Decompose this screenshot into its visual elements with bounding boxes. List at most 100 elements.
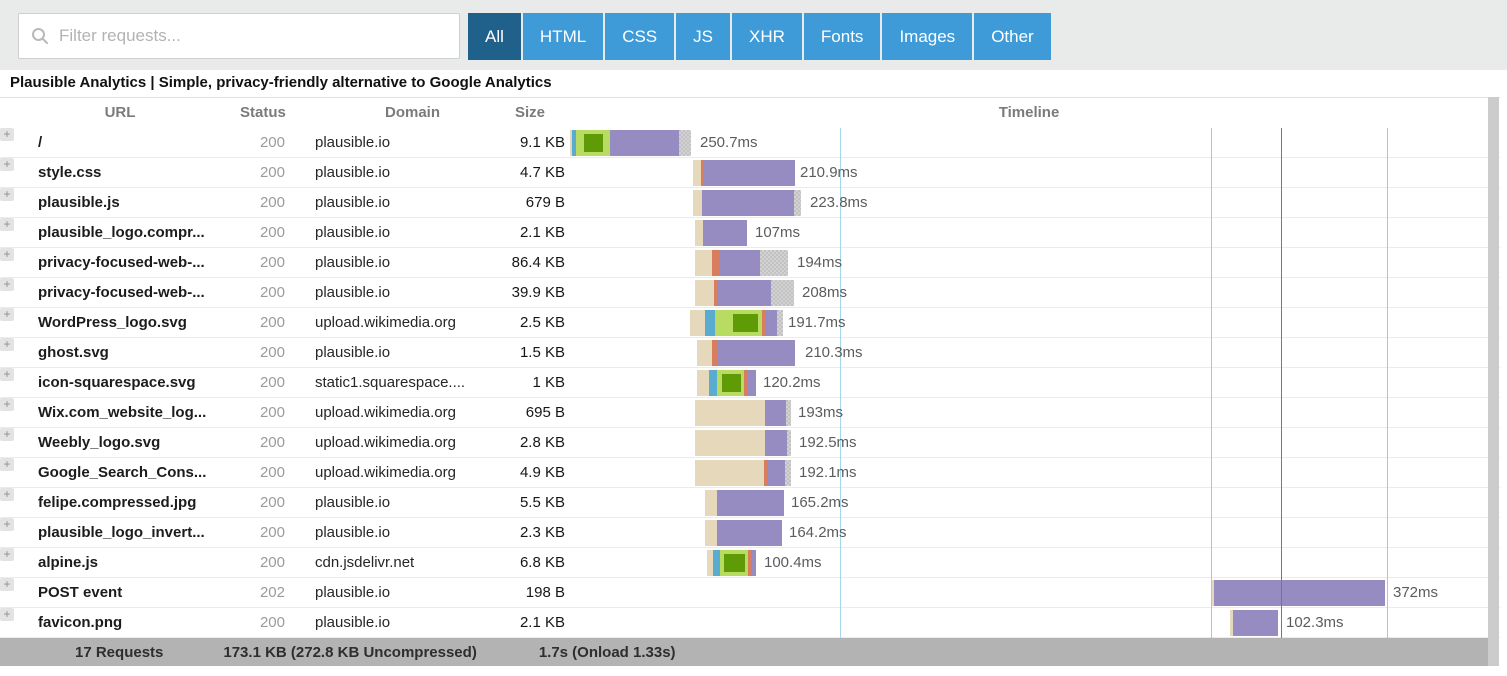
expand-icon[interactable]: + <box>0 518 14 531</box>
filter-requests-input[interactable] <box>57 25 459 47</box>
expand-icon[interactable]: + <box>0 458 14 471</box>
request-url[interactable]: privacy-focused-web-... <box>38 278 238 307</box>
request-size: 1.5 KB <box>495 338 565 367</box>
table-row[interactable]: +Google_Search_Cons...200upload.wikimedi… <box>0 458 1500 488</box>
request-status: 200 <box>240 428 285 457</box>
request-domain: plausible.io <box>315 218 511 247</box>
tab-css[interactable]: CSS <box>605 13 674 60</box>
vertical-scrollbar[interactable] <box>1488 97 1499 666</box>
tab-xhr[interactable]: XHR <box>732 13 802 60</box>
request-url[interactable]: style.css <box>38 158 238 187</box>
timing-segment-blocked <box>697 340 712 366</box>
timing-segment-tls_core <box>722 374 741 392</box>
request-status: 200 <box>240 398 285 427</box>
tab-images[interactable]: Images <box>882 13 972 60</box>
request-url[interactable]: WordPress_logo.svg <box>38 308 238 337</box>
request-url[interactable]: favicon.png <box>38 608 238 637</box>
expand-icon[interactable]: + <box>0 308 14 321</box>
table-row[interactable]: +ghost.svg200plausible.io1.5 KB210.3ms <box>0 338 1500 368</box>
table-row[interactable]: +privacy-focused-web-...200plausible.io3… <box>0 278 1500 308</box>
expand-icon[interactable]: + <box>0 578 14 591</box>
request-status: 200 <box>240 128 285 157</box>
expand-icon[interactable]: + <box>0 278 14 291</box>
request-duration-label: 164.2ms <box>789 518 847 547</box>
request-status: 200 <box>240 368 285 397</box>
timing-segment-receive <box>785 460 791 486</box>
table-row[interactable]: +privacy-focused-web-...200plausible.io8… <box>0 248 1500 278</box>
table-row[interactable]: +POST event202plausible.io198 B372ms <box>0 578 1500 608</box>
timing-segment-connect <box>709 370 717 396</box>
request-url[interactable]: plausible.js <box>38 188 238 217</box>
request-url[interactable]: Google_Search_Cons... <box>38 458 238 487</box>
tab-other[interactable]: Other <box>974 13 1051 60</box>
column-header-size[interactable]: Size <box>495 98 565 128</box>
request-url[interactable]: alpine.js <box>38 548 238 577</box>
tab-fonts[interactable]: Fonts <box>804 13 881 60</box>
timing-segment-send <box>712 250 719 276</box>
timing-segment-blocked <box>690 310 705 336</box>
timing-segment-wait <box>1214 580 1385 606</box>
event-marker-2 <box>1387 128 1388 638</box>
column-header-url[interactable]: URL <box>0 98 240 128</box>
request-url[interactable]: Wix.com_website_log... <box>38 398 238 427</box>
expand-icon[interactable]: + <box>0 158 14 171</box>
request-size: 86.4 KB <box>495 248 565 277</box>
timing-segment-receive <box>786 400 791 426</box>
request-url[interactable]: ghost.svg <box>38 338 238 367</box>
request-url[interactable]: plausible_logo_invert... <box>38 518 238 547</box>
expand-icon[interactable]: + <box>0 188 14 201</box>
table-row[interactable]: +style.css200plausible.io4.7 KB210.9ms <box>0 158 1500 188</box>
table-row[interactable]: +alpine.js200cdn.jsdelivr.net6.8 KB100.4… <box>0 548 1500 578</box>
table-row[interactable]: +Wix.com_website_log...200upload.wikimed… <box>0 398 1500 428</box>
request-size: 2.1 KB <box>495 218 565 247</box>
request-rows: +/200plausible.io9.1 KB250.7ms+style.css… <box>0 128 1500 638</box>
tab-all[interactable]: All <box>468 13 521 60</box>
request-domain: plausible.io <box>315 518 511 547</box>
expand-icon[interactable]: + <box>0 338 14 351</box>
timing-segment-receive <box>777 310 783 336</box>
expand-icon[interactable]: + <box>0 368 14 381</box>
request-duration-label: 208ms <box>802 278 847 307</box>
timing-segment-connect <box>713 550 720 576</box>
request-domain: plausible.io <box>315 338 511 367</box>
timing-segment-wait <box>717 490 784 516</box>
request-status: 200 <box>240 458 285 487</box>
expand-icon[interactable]: + <box>0 128 14 141</box>
request-size: 1 KB <box>495 368 565 397</box>
tab-js[interactable]: JS <box>676 13 730 60</box>
expand-icon[interactable]: + <box>0 428 14 441</box>
page-title: Plausible Analytics | Simple, privacy-fr… <box>10 70 1410 96</box>
table-row[interactable]: +/200plausible.io9.1 KB250.7ms <box>0 128 1500 158</box>
table-row[interactable]: +icon-squarespace.svg200static1.squaresp… <box>0 368 1500 398</box>
request-url[interactable]: felipe.compressed.jpg <box>38 488 238 517</box>
table-row[interactable]: +Weebly_logo.svg200upload.wikimedia.org2… <box>0 428 1500 458</box>
table-row[interactable]: +felipe.compressed.jpg200plausible.io5.5… <box>0 488 1500 518</box>
expand-icon[interactable]: + <box>0 248 14 261</box>
table-row[interactable]: +plausible_logo.compr...200plausible.io2… <box>0 218 1500 248</box>
table-row[interactable]: +plausible_logo_invert...200plausible.io… <box>0 518 1500 548</box>
request-url[interactable]: / <box>38 128 238 157</box>
table-row[interactable]: +favicon.png200plausible.io2.1 KB102.3ms <box>0 608 1500 638</box>
request-url[interactable]: privacy-focused-web-... <box>38 248 238 277</box>
table-row[interactable]: +WordPress_logo.svg200upload.wikimedia.o… <box>0 308 1500 338</box>
request-domain: plausible.io <box>315 128 511 157</box>
request-url[interactable]: Weebly_logo.svg <box>38 428 238 457</box>
onload-marker <box>1281 128 1282 638</box>
request-url[interactable]: plausible_logo.compr... <box>38 218 238 247</box>
request-url[interactable]: POST event <box>38 578 238 607</box>
expand-icon[interactable]: + <box>0 548 14 561</box>
column-header-domain[interactable]: Domain <box>315 98 510 128</box>
request-url[interactable]: icon-squarespace.svg <box>38 368 238 397</box>
expand-icon[interactable]: + <box>0 608 14 621</box>
expand-icon[interactable]: + <box>0 488 14 501</box>
expand-icon[interactable]: + <box>0 398 14 411</box>
timing-segment-wait <box>702 190 794 216</box>
request-size: 198 B <box>495 578 565 607</box>
column-header-status[interactable]: Status <box>240 98 285 128</box>
expand-icon[interactable]: + <box>0 218 14 231</box>
table-row[interactable]: +plausible.js200plausible.io679 B223.8ms <box>0 188 1500 218</box>
timing-segment-wait <box>719 250 760 276</box>
tab-html[interactable]: HTML <box>523 13 603 60</box>
timing-segment-receive <box>760 250 788 276</box>
timing-segment-blocked <box>695 430 765 456</box>
